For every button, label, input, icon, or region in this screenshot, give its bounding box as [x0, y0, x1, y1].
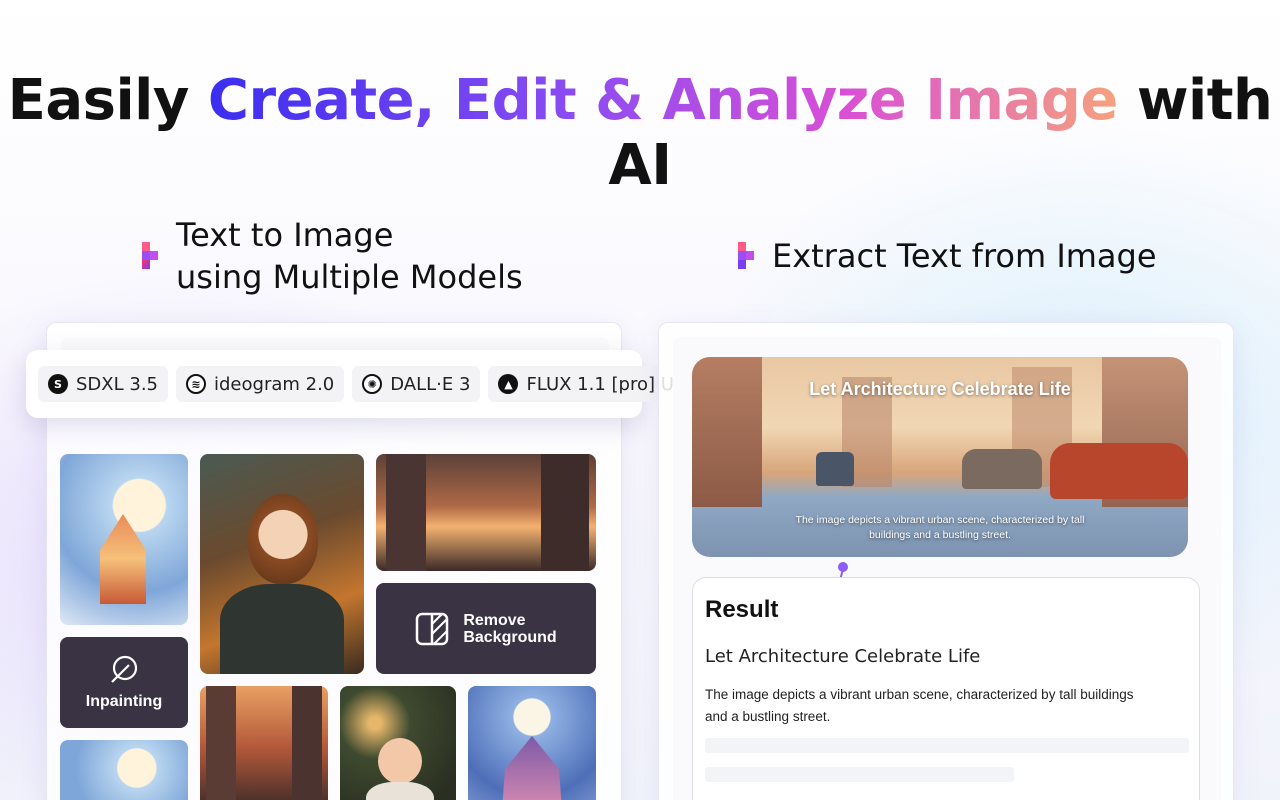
result-text: The image depicts a vibrant urban scene,… — [705, 684, 1195, 728]
caption-line1: The image depicts a vibrant urban scene,… — [795, 514, 1085, 526]
model-label: SDXL 3.5 — [76, 373, 158, 395]
stability-logo-icon: S — [48, 374, 68, 394]
generated-image-castle[interactable] — [60, 454, 188, 625]
model-selector-bar: S SDXL 3.5 ≋ ideogram 2.0 ✺ DALL·E 3 ▲ F… — [26, 350, 715, 418]
inpainting-icon — [111, 655, 138, 683]
image-caption: The image depicts a vibrant urban scene,… — [692, 513, 1188, 543]
page-headline: Easily Create, Edit & Analyze Image with… — [0, 68, 1280, 198]
result-text-line2: and a bustling street. — [705, 709, 831, 724]
inpainting-label: Inpainting — [85, 692, 163, 710]
remove-bg-line2: Background — [463, 628, 557, 646]
generated-image-night-castle[interactable] — [468, 686, 596, 800]
brand-logo-icon — [738, 242, 754, 269]
baby-body — [366, 782, 434, 800]
skeleton-line — [705, 738, 1189, 753]
title-line-2: using Multiple Models — [176, 258, 523, 296]
model-label: DALL·E 3 — [390, 373, 471, 395]
model-label: ideogram 2.0 — [214, 373, 335, 395]
extract-text-title: Extract Text from Image — [772, 237, 1157, 275]
headline-gradient: Create, Edit & Analyze Image — [207, 68, 1118, 133]
portrait-body — [220, 584, 344, 674]
headline-part1: Easily — [7, 68, 208, 133]
uploaded-scene-image[interactable]: Let Architecture Celebrate Life The imag… — [692, 357, 1188, 557]
flux-logo-icon: ▲ — [498, 374, 519, 394]
baby-face — [378, 738, 422, 784]
generated-image-baby[interactable] — [340, 686, 456, 800]
result-text-line1: The image depicts a vibrant urban scene,… — [705, 687, 1134, 702]
result-label: Result — [705, 596, 779, 623]
brand-logo-icon — [142, 242, 158, 269]
text-to-image-title: Text to Image using Multiple Models — [176, 214, 523, 298]
skeleton-line — [705, 767, 1014, 782]
result-title: Let Architecture Celebrate Life — [705, 646, 981, 667]
openai-logo-icon: ✺ — [362, 374, 383, 394]
image-heading-text: Let Architecture Celebrate Life — [809, 379, 1071, 399]
inpainting-tool[interactable]: Inpainting — [60, 637, 188, 728]
building — [541, 454, 589, 571]
generated-image-city-sunset[interactable] — [200, 686, 328, 800]
building — [206, 686, 236, 800]
portrait-face — [248, 494, 318, 584]
model-chip-dalle[interactable]: ✺ DALL·E 3 — [352, 366, 481, 402]
caption-line2: buildings and a bustling street. — [869, 529, 1011, 541]
result-card: Result Let Architecture Celebrate Life T… — [692, 577, 1200, 800]
ideogram-logo-icon: ≋ — [186, 374, 206, 394]
generated-image-city-street[interactable] — [376, 454, 596, 571]
remove-bg-line1: Remove — [463, 611, 526, 629]
remove-background-tool[interactable]: Remove Background — [376, 583, 596, 674]
building — [292, 686, 322, 800]
connector-dot — [838, 562, 848, 572]
generated-image-portrait[interactable] — [200, 454, 364, 674]
castle-shape — [502, 736, 562, 800]
car-red — [1050, 443, 1188, 499]
remove-background-label: Remove Background — [463, 612, 556, 646]
generated-image-castle-2[interactable] — [60, 740, 188, 800]
car-brown — [962, 449, 1042, 489]
castle-shape — [100, 514, 146, 604]
building — [386, 454, 426, 571]
car-grey — [816, 452, 854, 486]
model-chip-ideogram[interactable]: ≋ ideogram 2.0 — [176, 366, 345, 402]
model-chip-sdxl[interactable]: S SDXL 3.5 — [38, 366, 168, 402]
title-line-1: Text to Image — [176, 216, 394, 254]
remove-background-icon — [416, 612, 449, 645]
